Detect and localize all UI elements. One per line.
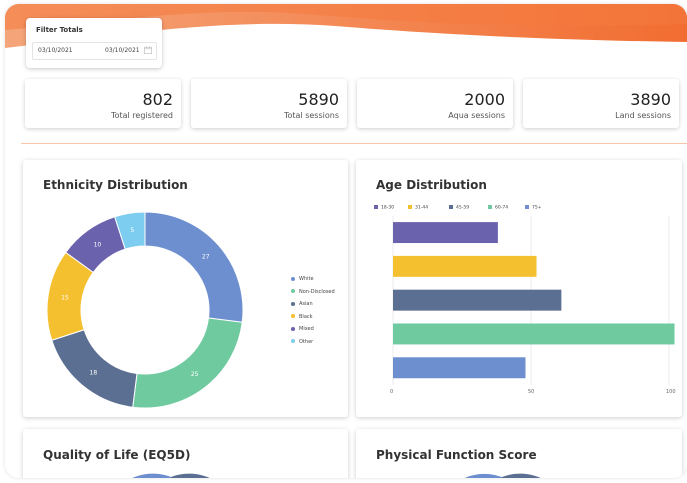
physical-function-panel: Physical Function Score	[356, 429, 682, 478]
section-divider	[21, 143, 687, 144]
donut-slice-non-disclosed[interactable]	[132, 317, 243, 409]
donut-value-label: 25	[191, 371, 199, 378]
stat-label: Aqua sessions	[448, 111, 505, 120]
stat-value: 2000	[464, 90, 505, 109]
physical-chart-partial	[464, 473, 541, 478]
stat-value: 802	[142, 90, 173, 109]
stat-label: Total sessions	[283, 111, 339, 120]
legend-dot	[291, 289, 295, 293]
legend-item-non-disclosed[interactable]: Non-Disclosed	[291, 289, 335, 295]
bar-31-44[interactable]	[393, 255, 537, 277]
bar-18-30[interactable]	[393, 222, 498, 244]
legend-item-other[interactable]: Other	[291, 339, 313, 345]
end-date: 03/10/2021	[105, 47, 140, 54]
start-date: 03/10/2021	[38, 47, 73, 54]
legend-item-mixed[interactable]: Mixed	[291, 326, 314, 332]
legend-label: Mixed	[299, 326, 314, 332]
bar-75+[interactable]	[393, 357, 526, 379]
calendar-icon[interactable]	[144, 46, 152, 54]
legend-label: Asian	[299, 301, 313, 307]
legend-label: Non-Disclosed	[299, 288, 335, 295]
legend-label: Black	[299, 313, 313, 320]
bar-60-74[interactable]	[393, 323, 675, 345]
donut-value-label: 27	[202, 253, 210, 260]
legend-dot	[291, 326, 295, 331]
stat-value: 3890	[630, 90, 671, 109]
legend-label: Other	[299, 338, 314, 345]
x-tick-label: 0	[390, 389, 394, 395]
donut-value-label: 18	[90, 369, 98, 376]
legend-dot	[291, 276, 295, 281]
donut-value-label: 15	[61, 294, 69, 301]
quality-of-life-panel: Quality of Life (EQ5D)	[23, 429, 348, 478]
legend-dot	[291, 339, 295, 343]
ethnicity-panel: Ethnicity Distribution 27 25 18 15 10 5 White…	[23, 160, 348, 417]
stat-label: Land sessions	[615, 111, 671, 120]
legend-item-asian[interactable]: Asian	[291, 301, 313, 307]
stat-card-total-sessions: 5890 Total sessions	[191, 79, 347, 128]
donut-slice-white[interactable]	[144, 211, 244, 323]
dashboard-frame: Filter Totals 03/10/2021 03/10/2021 802 …	[5, 4, 687, 478]
x-tick-label: 100	[666, 389, 676, 395]
legend-label: White	[299, 276, 314, 282]
legend-item-white[interactable]: White	[291, 276, 314, 282]
stat-label: Total registered	[111, 111, 173, 120]
filter-title: Filter Totals	[36, 26, 83, 34]
legend-dot	[291, 301, 295, 306]
legend-item-black[interactable]: Black	[291, 314, 313, 320]
stat-card-aqua-sessions: 2000 Aqua sessions	[357, 79, 513, 128]
date-range-input[interactable]: 03/10/2021 03/10/2021	[32, 42, 157, 60]
stat-value: 5890	[298, 90, 339, 109]
qol-chart-partial	[132, 473, 210, 478]
filter-totals-card: Filter Totals 03/10/2021 03/10/2021	[26, 18, 162, 68]
donut-value-label: 5	[130, 227, 134, 234]
bar-45-59[interactable]	[393, 289, 562, 311]
age-panel: Age Distribution 18-30 31-44 45-59 60-74 75+…	[356, 160, 682, 417]
stat-card-total-registered: 802 Total registered	[25, 79, 181, 128]
age-bar-chart	[392, 216, 675, 385]
donut-value-label: 10	[94, 241, 102, 248]
stat-card-land-sessions: 3890 Land sessions	[523, 79, 679, 128]
x-tick-label: 50	[528, 389, 535, 395]
legend-dot	[291, 314, 295, 318]
